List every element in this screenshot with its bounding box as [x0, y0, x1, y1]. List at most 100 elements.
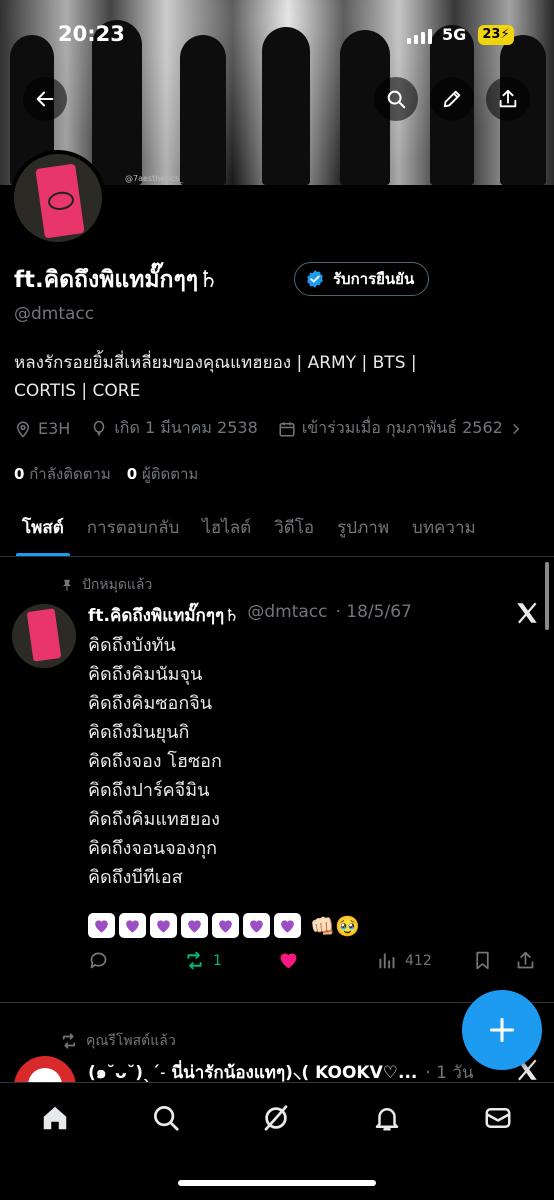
- tab-replies[interactable]: การตอบกลับ: [87, 497, 180, 556]
- back-arrow-icon: [36, 91, 54, 107]
- following-label: กำลังติดตาม: [29, 465, 111, 483]
- status-bar: 20:23 5G 23⚡: [0, 22, 554, 52]
- pinned-indicator: ปักหมุดแล้ว: [60, 574, 152, 596]
- tab-posts[interactable]: โพสต์: [16, 497, 70, 556]
- post-line: คิดถึงบีทีเอส: [88, 867, 183, 888]
- nav-notifications[interactable]: [370, 1101, 404, 1135]
- pinned-label: ปักหมุดแล้ว: [82, 577, 153, 593]
- post-date: · 18/5/67: [335, 602, 412, 622]
- reply-button[interactable]: [88, 950, 109, 971]
- location-pin-icon: [16, 421, 30, 438]
- grok-icon: [264, 1105, 288, 1131]
- repost-count: 1: [213, 952, 222, 969]
- nav-search[interactable]: [149, 1101, 183, 1135]
- nav-home[interactable]: [38, 1101, 72, 1135]
- views-button[interactable]: 412: [376, 950, 432, 971]
- nav-messages[interactable]: [481, 1101, 515, 1135]
- share-button[interactable]: [486, 77, 530, 121]
- bookmark-icon: [476, 951, 489, 970]
- views-count: 412: [405, 952, 432, 969]
- search-button[interactable]: [374, 77, 418, 121]
- profile-bio: หลงรักรอยยิ้มสี่เหลี่ยมของคุณแทฮยอง | AR…: [14, 349, 534, 405]
- joined-item: เข้าร่วมเมื่อ กุมภาพันธ์ 2562: [278, 416, 523, 441]
- home-indicator[interactable]: [178, 1180, 376, 1186]
- following-link[interactable]: 0 กำลังติดตาม: [14, 462, 111, 486]
- repost-icon: [62, 1033, 76, 1049]
- post-actions: 1 412: [88, 950, 538, 978]
- tab-photos[interactable]: รูปภาพ: [337, 497, 389, 556]
- get-verified-label: รับการยืนยัน: [333, 270, 415, 288]
- location-item: E3H: [14, 419, 70, 438]
- like-button[interactable]: [278, 950, 299, 971]
- bio-line: CORTIS | CORE: [14, 381, 141, 401]
- followers-count: 0: [126, 465, 138, 483]
- verified-badge-icon: [307, 270, 323, 288]
- purple-heart-icon: [243, 913, 270, 938]
- post-line: คิดถึงคิมซอกจิน: [88, 693, 213, 714]
- tab-articles[interactable]: บทความ: [412, 497, 476, 556]
- bookmark-button[interactable]: [472, 950, 493, 971]
- post-author-name[interactable]: ft.คิดถึงพิแทมั๊กๆๆ♄: [88, 602, 239, 629]
- joined-text: เข้าร่วมเมื่อ กุมภาพันธ์ 2562: [301, 418, 503, 437]
- follow-stats: 0 กำลังติดตาม 0 ผู้ติดตาม: [14, 462, 198, 486]
- profile-handle: @dmtacc: [14, 304, 95, 324]
- repost-icon: [187, 951, 202, 970]
- balloon-icon: [94, 420, 105, 436]
- profile-tabs: โพสต์ การตอบกลับ ไฮไลต์ วิดีโอ รูปภาพ บท…: [0, 497, 554, 557]
- followers-link[interactable]: 0 ผู้ติดตาม: [127, 462, 199, 486]
- views-icon: [379, 953, 395, 969]
- tab-highlights[interactable]: ไฮไลต์: [202, 497, 251, 556]
- bio-line: หลงรักรอยยิ้มสี่เหลี่ยมของคุณแทฮยอง | AR…: [14, 353, 417, 373]
- post-emojis: 👊🏻🥹: [88, 913, 365, 938]
- birthday-item: เกิด 1 มีนาคม 2538: [90, 416, 258, 441]
- tab-videos[interactable]: วิดีโอ: [274, 497, 314, 556]
- post-author-handle[interactable]: @dmtacc: [247, 602, 327, 629]
- bell-icon: [375, 1108, 399, 1131]
- followers-label: ผู้ติดตาม: [142, 465, 199, 483]
- post-text: คิดถึงบังทัน คิดถึงคิมนัมจุน คิดถึงคิมซอ…: [88, 631, 222, 892]
- post-line: คิดถึงคิมแทฮยอง: [88, 809, 220, 830]
- share-post-button[interactable]: [515, 950, 536, 971]
- nav-grok[interactable]: [259, 1101, 293, 1135]
- share-icon: [499, 89, 517, 108]
- post-header: ft.คิดถึงพิแทมั๊กๆๆ♄ @dmtacc · 18/5/67: [88, 602, 412, 629]
- profile-avatar[interactable]: [10, 150, 106, 246]
- get-verified-button[interactable]: รับการยืนยัน: [294, 262, 430, 296]
- caution-sign-image: [35, 163, 85, 239]
- signal-icon: [407, 28, 432, 44]
- home-icon: [43, 1106, 67, 1130]
- purple-heart-icon: [181, 913, 208, 938]
- pin-icon: [62, 579, 72, 591]
- edit-profile-button[interactable]: [430, 77, 474, 121]
- heart-icon: [280, 953, 297, 969]
- fist-and-pleading-face-emoji: 👊🏻🥹: [310, 913, 360, 938]
- post-line: คิดถึงจอง โฮซอก: [88, 751, 222, 772]
- following-count: 0: [14, 465, 25, 483]
- pencil-icon: [443, 90, 461, 108]
- reposted-indicator: คุณรีโพสต์แล้ว: [60, 1030, 176, 1052]
- banner-figure: [180, 35, 226, 185]
- back-button[interactable]: [23, 77, 67, 121]
- compose-post-button[interactable]: [462, 990, 542, 1070]
- location-text: E3H: [38, 419, 71, 438]
- plus-icon: [489, 1017, 515, 1043]
- purple-heart-icon: [212, 913, 239, 938]
- chevron-right-icon[interactable]: [509, 422, 523, 436]
- search-icon: [154, 1106, 179, 1131]
- scrollbar[interactable]: [545, 562, 549, 630]
- post-author-avatar[interactable]: [12, 604, 76, 668]
- share-icon: [517, 951, 534, 969]
- x-logo-icon[interactable]: [514, 600, 540, 626]
- battery-level: 23: [482, 27, 501, 42]
- search-icon: [387, 90, 406, 109]
- status-time: 20:23: [58, 22, 125, 46]
- repost-button[interactable]: 1: [184, 950, 222, 971]
- purple-heart-icon: [274, 913, 301, 938]
- birthday-text: เกิด 1 มีนาคม 2538: [114, 418, 258, 437]
- purple-heart-icon: [119, 913, 146, 938]
- purple-heart-icon: [88, 913, 115, 938]
- reply-icon: [90, 952, 107, 969]
- reposted-label: คุณรีโพสต์แล้ว: [86, 1033, 176, 1049]
- profile-meta: E3H เกิด 1 มีนาคม 2538 เข้าร่วมเมื่อ กุม…: [14, 416, 543, 441]
- banner-credit: @7aesthetics_: [125, 174, 184, 183]
